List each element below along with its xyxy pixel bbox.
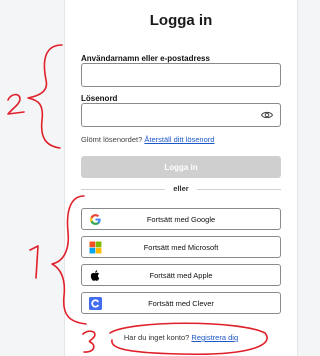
apple-signin-button[interactable]: Fortsätt med Apple <box>81 264 281 286</box>
password-wrapper <box>65 103 297 127</box>
clever-signin-label: Fortsätt med Clever <box>148 298 214 308</box>
divider-line-right <box>197 189 281 190</box>
signup-row: Har du inget konto? Registrera dig <box>65 333 297 342</box>
username-label: Användarnamn eller e-postadress <box>81 54 210 63</box>
show-password-eye-icon[interactable] <box>261 109 273 121</box>
password-field[interactable] <box>81 103 281 127</box>
microsoft-icon <box>89 241 102 254</box>
apple-signin-label: Fortsätt med Apple <box>149 270 213 280</box>
login-card: Logga in Användarnamn eller e-postadress… <box>64 0 298 356</box>
digit-2-mark <box>7 93 25 115</box>
password-label: Lösenord <box>81 94 118 103</box>
digit-1-mark <box>29 245 39 279</box>
forgot-password-text: Glömt lösenordet? <box>81 135 143 144</box>
brace-2-mark <box>27 44 63 149</box>
register-link[interactable]: Registrera dig <box>191 333 238 342</box>
clever-signin-button[interactable]: Fortsätt med Clever <box>81 292 281 314</box>
google-signin-label: Fortsätt med Google <box>146 214 216 224</box>
or-divider: eller <box>81 184 281 194</box>
forgot-password-row: Glömt lösenordet? Återställ ditt lösenor… <box>81 135 214 144</box>
microsoft-signin-button[interactable]: Fortsätt med Microsoft <box>81 236 281 258</box>
clever-icon <box>89 297 102 310</box>
microsoft-signin-label: Fortsätt med Microsoft <box>143 242 219 252</box>
google-icon <box>90 214 101 225</box>
page-title: Logga in <box>149 12 213 29</box>
login-button[interactable]: Logga in <box>81 156 281 178</box>
username-field[interactable] <box>81 63 281 87</box>
apple-icon <box>90 270 100 281</box>
google-signin-button[interactable]: Fortsätt med Google <box>81 208 281 230</box>
reset-password-link[interactable]: Återställ ditt lösenord <box>144 135 214 144</box>
signup-text: Har du inget konto? <box>123 333 190 342</box>
